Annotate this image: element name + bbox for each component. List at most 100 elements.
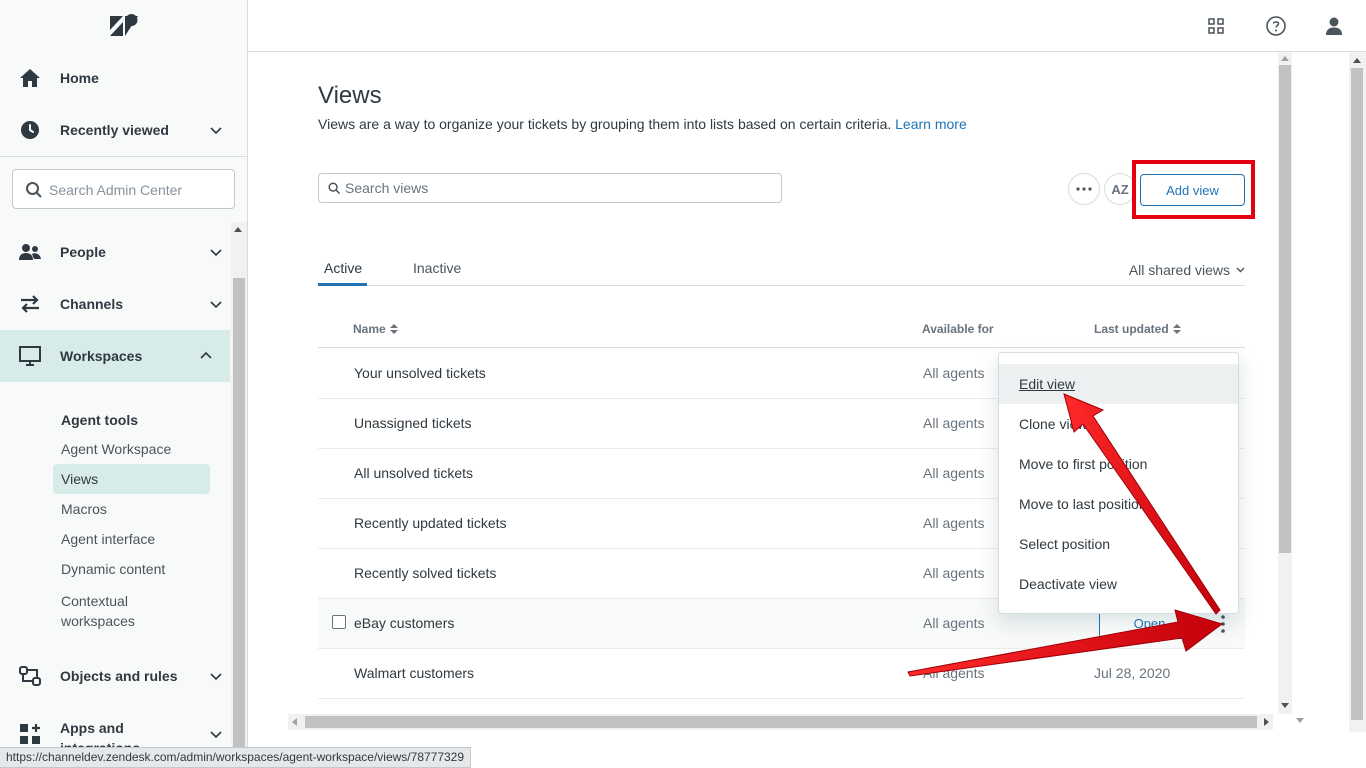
tab-inactive[interactable]: Inactive — [413, 260, 461, 276]
sub-agent-workspace[interactable]: Agent Workspace — [61, 441, 171, 457]
learn-more-link[interactable]: Learn more — [895, 116, 967, 132]
nav-home[interactable]: Home — [0, 52, 247, 104]
objects-rules-icon — [19, 666, 41, 686]
view-availability: All agents — [923, 615, 985, 631]
main-content: Views Views are a way to organize your t… — [248, 52, 1278, 714]
scroll-up-arrow-icon[interactable] — [1353, 58, 1361, 63]
page-title: Views — [318, 82, 382, 109]
nav-home-label: Home — [60, 70, 99, 86]
chevron-down-icon — [210, 301, 222, 309]
sub-contextual-workspaces[interactable]: Contextual workspaces — [61, 591, 181, 631]
page-description: Views are a way to organize your tickets… — [318, 116, 967, 132]
menu-clone-view[interactable]: Clone view — [999, 404, 1238, 444]
more-options-button[interactable] — [1068, 173, 1100, 205]
admin-search-input[interactable] — [49, 179, 229, 201]
admin-search-field[interactable] — [12, 169, 235, 209]
chevron-down-icon — [210, 249, 222, 257]
view-name: Walmart customers — [354, 665, 475, 681]
menu-move-first[interactable]: Move to first position — [999, 444, 1238, 484]
agent-tools-heading: Agent tools — [61, 412, 138, 428]
scroll-down-arrow-icon[interactable] — [1296, 718, 1304, 723]
view-name: Your unsolved tickets — [354, 365, 486, 381]
sub-macros[interactable]: Macros — [61, 501, 107, 517]
sort-icon — [1172, 324, 1181, 334]
description-text: Views are a way to organize your tickets… — [318, 116, 892, 132]
zendesk-logo[interactable] — [108, 12, 140, 40]
add-view-button[interactable]: Add view — [1140, 174, 1245, 206]
row-actions-kebab-icon[interactable] — [1213, 613, 1233, 635]
shared-views-filter[interactable]: All shared views — [1129, 262, 1245, 278]
scroll-up-arrow-icon[interactable] — [1281, 56, 1289, 61]
views-search-field[interactable] — [318, 173, 782, 203]
scroll-up-arrow-icon[interactable] — [234, 227, 242, 232]
help-icon[interactable] — [1264, 14, 1288, 38]
chevron-up-icon — [200, 351, 212, 359]
monitor-icon — [19, 346, 41, 366]
top-bar — [248, 0, 1366, 52]
search-icon — [26, 182, 42, 198]
chevron-down-icon — [210, 127, 222, 135]
nav-channels-label: Channels — [60, 296, 124, 312]
view-name: All unsolved tickets — [354, 465, 474, 481]
content-vertical-thumb[interactable] — [1279, 65, 1291, 553]
sidebar: Home Recently viewed People Channels Wor… — [0, 0, 248, 768]
sub-agent-interface[interactable]: Agent interface — [61, 531, 155, 547]
status-bar-url: https://channeldev.zendesk.com/admin/wor… — [0, 747, 472, 768]
filter-label: All shared views — [1128, 262, 1230, 278]
apps-icon — [20, 724, 40, 744]
active-tab-indicator — [318, 283, 367, 286]
view-last-updated: Jul 28, 2020 — [1094, 665, 1171, 681]
menu-move-last[interactable]: Move to last position — [999, 484, 1238, 524]
search-icon — [328, 182, 341, 195]
chevron-down-icon — [1236, 267, 1245, 273]
table-header: Name Available for Last updated — [318, 312, 1245, 348]
view-name: Recently updated tickets — [354, 515, 507, 531]
views-tabs: Active Inactive All shared views — [318, 250, 1245, 286]
scroll-down-arrow-icon[interactable] — [1281, 703, 1289, 708]
home-icon — [20, 69, 40, 87]
nav-channels[interactable]: Channels — [0, 278, 247, 330]
sidebar-scroll-thumb[interactable] — [233, 278, 245, 758]
view-availability: All agents — [923, 465, 985, 481]
row-actions-menu: Edit view Clone view Move to first posit… — [998, 352, 1239, 614]
chevron-down-icon — [210, 673, 222, 681]
nav-objects-rules-label: Objects and rules — [60, 668, 178, 684]
sub-views[interactable]: Views — [61, 471, 98, 487]
clock-icon — [21, 121, 39, 139]
view-name: Unassigned tickets — [354, 415, 472, 431]
view-name: eBay customers — [354, 615, 455, 631]
user-avatar-icon[interactable] — [1322, 14, 1346, 38]
view-availability: All agents — [923, 665, 985, 681]
ellipsis-icon — [1076, 187, 1092, 191]
nav-objects-and-rules[interactable]: Objects and rules — [0, 650, 247, 702]
nav-people-label: People — [60, 244, 106, 260]
view-availability: All agents — [923, 515, 985, 531]
chevron-down-icon — [210, 731, 222, 739]
view-name: Recently solved tickets — [354, 565, 497, 581]
column-header-updated[interactable]: Last updated — [1094, 322, 1181, 336]
menu-edit-view[interactable]: Edit view — [999, 364, 1238, 404]
nav-recently-viewed[interactable]: Recently viewed — [0, 104, 247, 156]
product-tray-icon[interactable] — [1204, 14, 1228, 38]
column-header-name[interactable]: Name — [353, 322, 398, 336]
menu-deactivate-view[interactable]: Deactivate view — [999, 564, 1238, 604]
nav-workspaces-label: Workspaces — [60, 348, 143, 364]
content-horizontal-thumb[interactable] — [305, 716, 1257, 728]
menu-select-position[interactable]: Select position — [999, 524, 1238, 564]
row-checkbox[interactable] — [332, 615, 346, 629]
scroll-left-arrow-icon[interactable] — [292, 718, 297, 726]
table-row[interactable]: Walmart customers All agents Jul 28, 202… — [318, 649, 1245, 699]
channels-icon — [21, 295, 39, 313]
scroll-right-arrow-icon[interactable] — [1264, 718, 1269, 726]
nav-workspaces[interactable]: Workspaces — [0, 330, 230, 382]
nav-people[interactable]: People — [0, 226, 247, 278]
sort-az-icon: AZ — [1111, 181, 1129, 197]
sub-dynamic-content[interactable]: Dynamic content — [61, 561, 165, 577]
page-vertical-thumb[interactable] — [1351, 68, 1363, 720]
nav-recently-viewed-label: Recently viewed — [60, 122, 169, 138]
sort-icon — [389, 324, 398, 334]
view-availability: All agents — [923, 415, 985, 431]
views-search-input[interactable] — [345, 179, 765, 197]
tab-active[interactable]: Active — [324, 260, 362, 276]
updated-header-text: Last updated — [1094, 322, 1169, 336]
